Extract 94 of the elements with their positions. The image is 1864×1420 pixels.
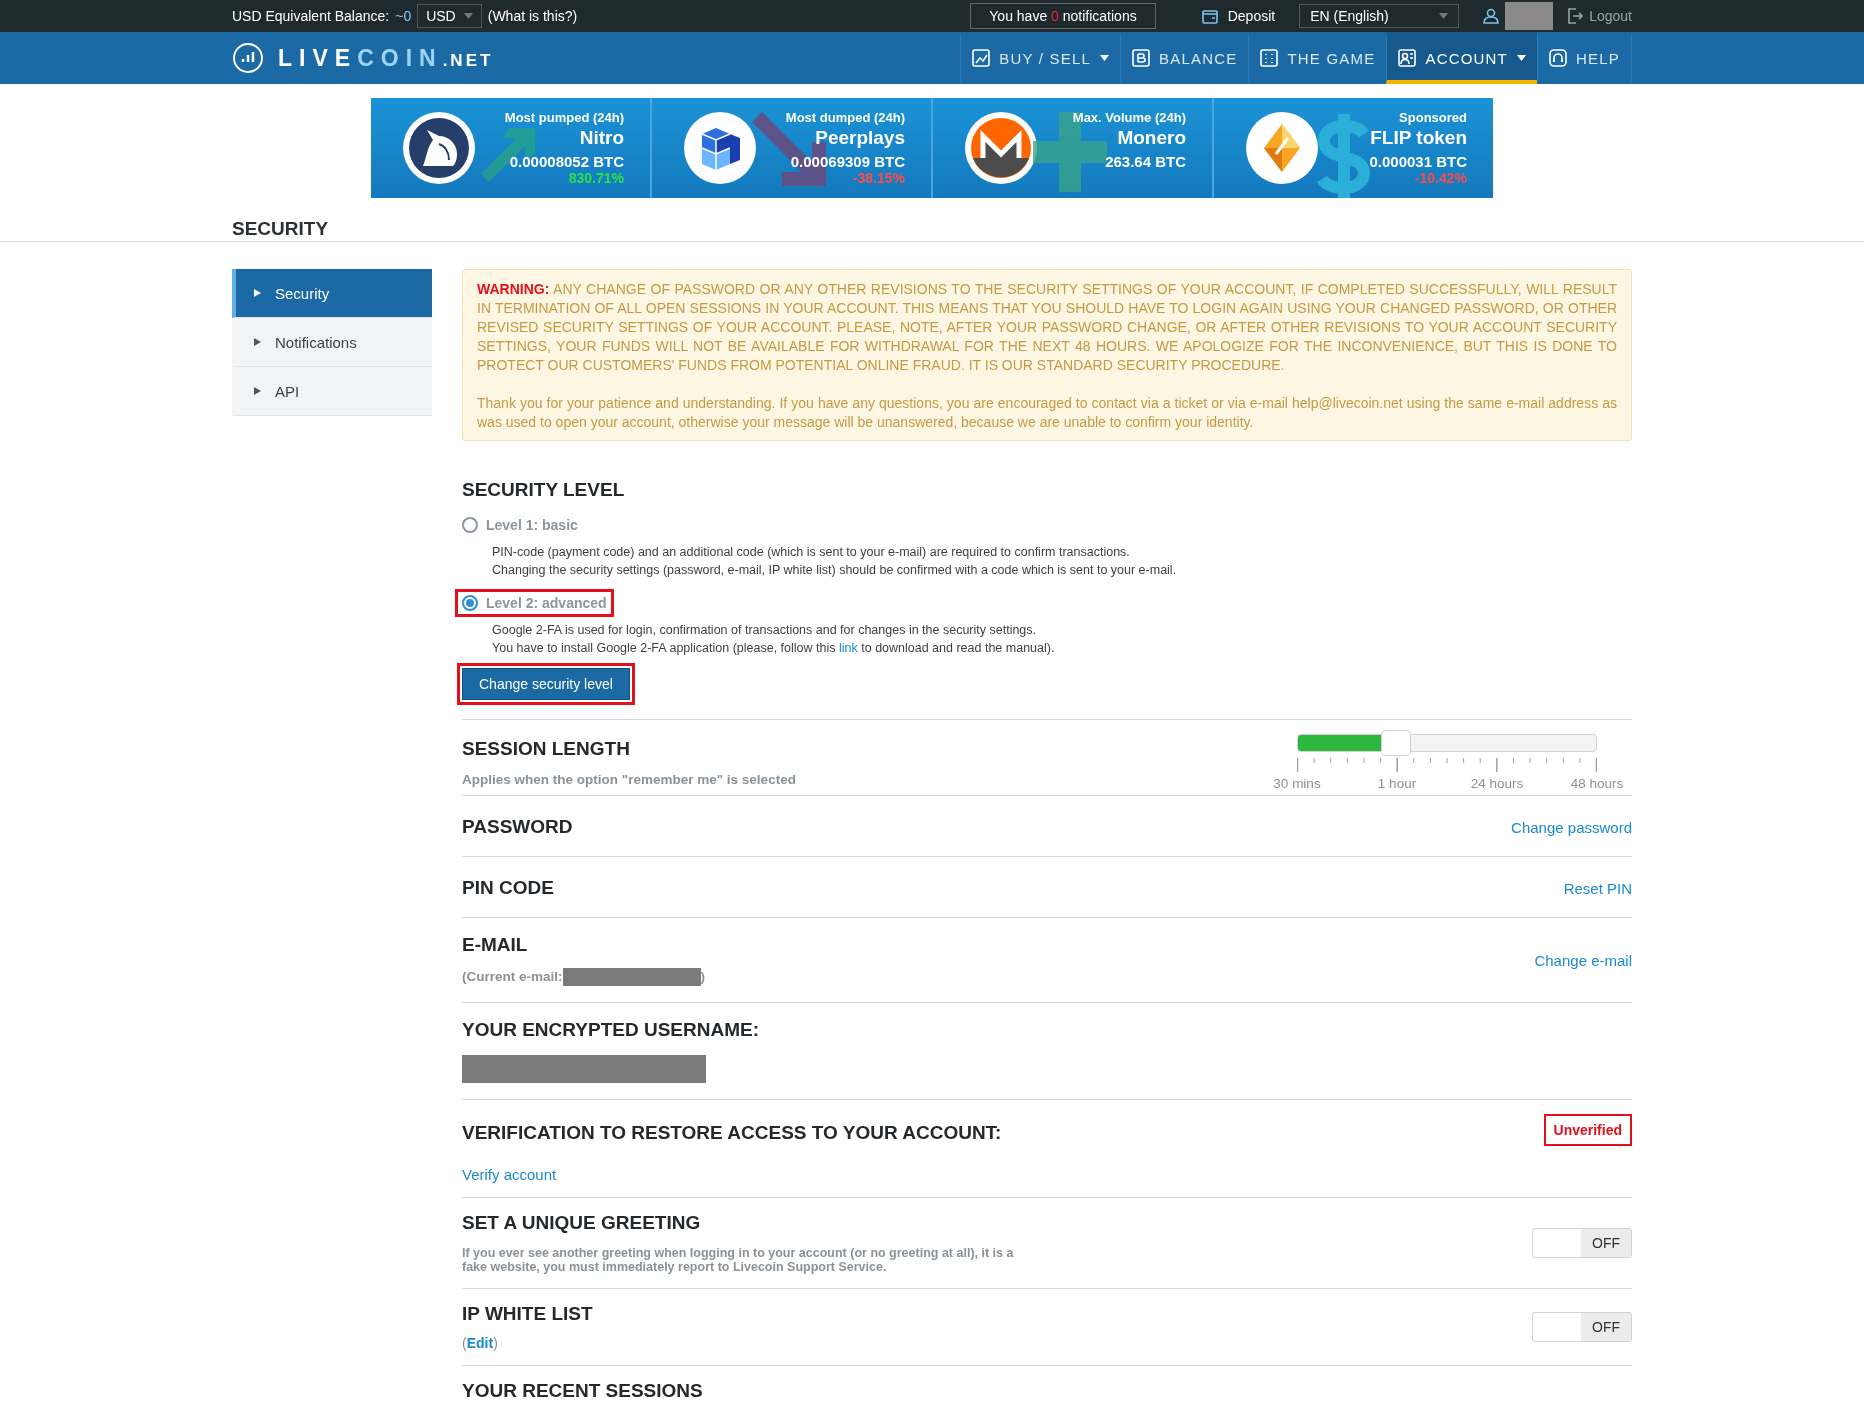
user-icon[interactable]: [1483, 8, 1500, 24]
ticker-card[interactable]: Most dumped (24h) Peerplays 0.00069309 BTC -38.15%: [652, 98, 933, 198]
horse-logo-icon: [401, 110, 477, 186]
section-description: If you ever see another greeting when logging in to your account (or no greeting at all), it is a fake website, you must immediately report to Livecoin Support Service.: [462, 1246, 1015, 1274]
section-heading: SET A UNIQUE GREETING: [462, 1212, 701, 1234]
toggle-switch[interactable]: OFF: [1532, 1312, 1632, 1342]
option-label: Level 2: advanced: [486, 595, 607, 611]
tick-label: 1 hour: [1376, 776, 1418, 791]
sidebar-item[interactable]: Notifications: [232, 318, 432, 367]
ticker-card[interactable]: Most pumped (24h) Nitro 0.00008052 BTC 830.71%: [371, 98, 652, 198]
verify-link[interactable]: Verify account: [462, 1166, 557, 1183]
coin-price: 0.00008052 BTC: [509, 153, 624, 170]
logout-link[interactable]: Logout: [1567, 8, 1632, 24]
section-heading: PIN CODE: [462, 877, 554, 899]
action-link[interactable]: Change e-mail: [1534, 951, 1632, 969]
nav-item[interactable]: ACCOUNT: [1386, 32, 1537, 84]
option-label: Level 1: basic: [486, 517, 578, 533]
price-change: -38.15%: [852, 170, 905, 186]
deposit-link[interactable]: Deposit: [1201, 8, 1276, 24]
section-heading: PASSWORD: [462, 816, 573, 838]
tick-label: 30 mins: [1272, 776, 1322, 791]
ticker-card[interactable]: Max. Volume (24h) Monero 263.64 BTC: [933, 98, 1214, 198]
tick-label: 24 hours: [1469, 776, 1525, 791]
currency-select[interactable]: USD: [417, 4, 482, 28]
coin-price: 0.00069309 BTC: [790, 153, 905, 170]
section-heading: YOUR ENCRYPTED USERNAME:: [462, 1019, 759, 1041]
toggle-switch[interactable]: OFF: [1532, 1228, 1632, 1258]
caret-icon: [1439, 13, 1449, 19]
balance-label: USD Equivalent Balance:: [232, 8, 390, 24]
radio-button[interactable]: [462, 517, 478, 533]
monero-logo-icon: [963, 110, 1039, 186]
sidebar-item[interactable]: Security: [232, 269, 432, 318]
caret-icon: [463, 13, 473, 19]
plus-icon: [1033, 112, 1107, 192]
balance-value: ~0: [395, 8, 412, 24]
coin-price: 263.64 BTC: [1105, 153, 1186, 170]
redaction-bar: [1505, 2, 1554, 30]
chart-icon: [972, 49, 991, 67]
coin-name: Monero: [1117, 127, 1186, 149]
nav-item[interactable]: BALANCE: [1120, 32, 1249, 84]
language-select[interactable]: EN (English): [1299, 4, 1460, 28]
logo-wordmark: LIVE COIN.NET: [278, 44, 494, 72]
section-heading: VERIFICATION TO RESTORE ACCESS TO YOUR ACCOUNT:: [462, 1122, 1002, 1144]
grid-icon: [1260, 49, 1279, 67]
price-change: -10.42%: [1414, 170, 1467, 186]
ticker-label: Most pumped (24h): [504, 110, 624, 125]
section-heading: IP WHITE LIST: [462, 1303, 593, 1325]
action-link[interactable]: Change password: [1511, 818, 1632, 836]
cubes-logo-icon: [682, 110, 758, 186]
coin-name: Nitro: [579, 127, 624, 149]
section-subtitle: Applies when the option "remember me" is selected: [462, 772, 796, 787]
tick-label: 48 hours: [1569, 776, 1625, 791]
triangle-icon: [254, 387, 261, 395]
logout-icon: [1567, 8, 1584, 24]
option-description: Google 2-FA is used for login, confirmation of transactions and for changes in the security settings.: [492, 622, 1038, 639]
edit-note: (Edit): [462, 1335, 498, 1351]
option-description: Changing the security settings (password, e-mail, IP white list) should be confirmed with a code which is sent to your e-mail.: [492, 562, 1178, 579]
radio-button[interactable]: [462, 595, 478, 611]
ticker-label: Sponsored: [1399, 110, 1467, 125]
warning-note: Thank you for your patience and understanding. If you have any questions, you are encouraged to contact via a ticket or via e-mail help@livecoin.net using the same e-mail address as was used to open your account, otherwise your message will be unanswered, because we are unable to confirm your identity.: [477, 394, 1617, 432]
diamond-logo-icon: [1244, 110, 1320, 186]
ticker-card[interactable]: Sponsored FLIP token 0.000031 BTC -10.42%: [1214, 98, 1493, 198]
status-badge: Unverified: [1543, 1114, 1632, 1146]
section-heading: E-MAIL: [462, 934, 528, 956]
change-level-button[interactable]: Change security level: [462, 668, 630, 700]
coin-name: FLIP token: [1370, 127, 1467, 149]
triangle-icon: [254, 289, 261, 297]
section-heading: YOUR RECENT SESSIONS: [462, 1380, 703, 1402]
warning-text: WARNING: ANY CHANGE OF PASSWORD OR ANY OTHER REVISIONS TO THE SECURITY SETTINGS OF YOUR ACCOUNT, IF COMPLETED SUCCESSFULLY, WILL RESULT IN TERMINATION OF ALL OPEN SESSIONS IN YOUR ACCOUNT. THIS MEANS THAT YOU SHOULD HAVE TO LOGIN AGAIN USING YOUR CHANGED PASSWORD, OR OTHER REVISED SECURITY SETTINGS OF YOUR ACCOUNT. PLEASE, NOTE, AFTER YOUR PASSWORD CHANGE, OR AFTER OTHER REVISIONS TO YOUR ACCOUNT SECURITY SETTINGS, YOUR FUNDS WILL NOT BE AVAILABLE FOR WITHDRAWAL FOR THE NEXT 48 HOURS. WE APOLOGIZE FOR THE INCONVENIENCE, BUT THIS IS DONE TO PROTECT OUR CUSTOMERS' FUNDS FROM POTENTIAL ONLINE FRAUD. IT IS OUR STANDARD SECURITY PROCEDURE.: [477, 280, 1617, 375]
coin-price: 0.000031 BTC: [1369, 153, 1467, 170]
current-email: (Current e-mail: ): [462, 968, 705, 986]
logo-icon: [232, 42, 264, 74]
ticker-label: Most dumped (24h): [785, 110, 905, 125]
nav-item[interactable]: BUY / SELL: [960, 32, 1121, 84]
notifications-button[interactable]: You have 0 notifications: [970, 3, 1156, 29]
action-link[interactable]: Reset PIN: [1563, 879, 1632, 897]
headset-icon: [1549, 49, 1567, 67]
price-change: 830.71%: [568, 170, 624, 186]
section-heading: SESSION LENGTH: [462, 738, 630, 760]
help-link[interactable]: (What is this?): [487, 8, 578, 24]
section-heading: SECURITY LEVEL: [462, 479, 626, 501]
slider-thumb[interactable]: [1381, 730, 1412, 756]
triangle-icon: [254, 338, 261, 346]
coin-name: Peerplays: [815, 127, 905, 149]
option-description: PIN-code (payment code) and an additional code (which is sent to your e-mail) are required to confirm transactions.: [492, 544, 1131, 561]
sidebar-item[interactable]: API: [232, 367, 432, 416]
manual-link[interactable]: link: [839, 641, 858, 655]
account-icon: [1398, 49, 1417, 67]
edit-link[interactable]: Edit: [466, 1335, 494, 1351]
page-title: SECURITY: [232, 217, 330, 241]
nav-item[interactable]: HELP: [1537, 32, 1632, 84]
radio-option[interactable]: Level 1: basic: [455, 511, 585, 539]
option-description: You have to install Google 2-FA application (please, follow this link to download and read the manual).: [492, 640, 1056, 657]
ticker-label: Max. Volume (24h): [1072, 110, 1186, 125]
